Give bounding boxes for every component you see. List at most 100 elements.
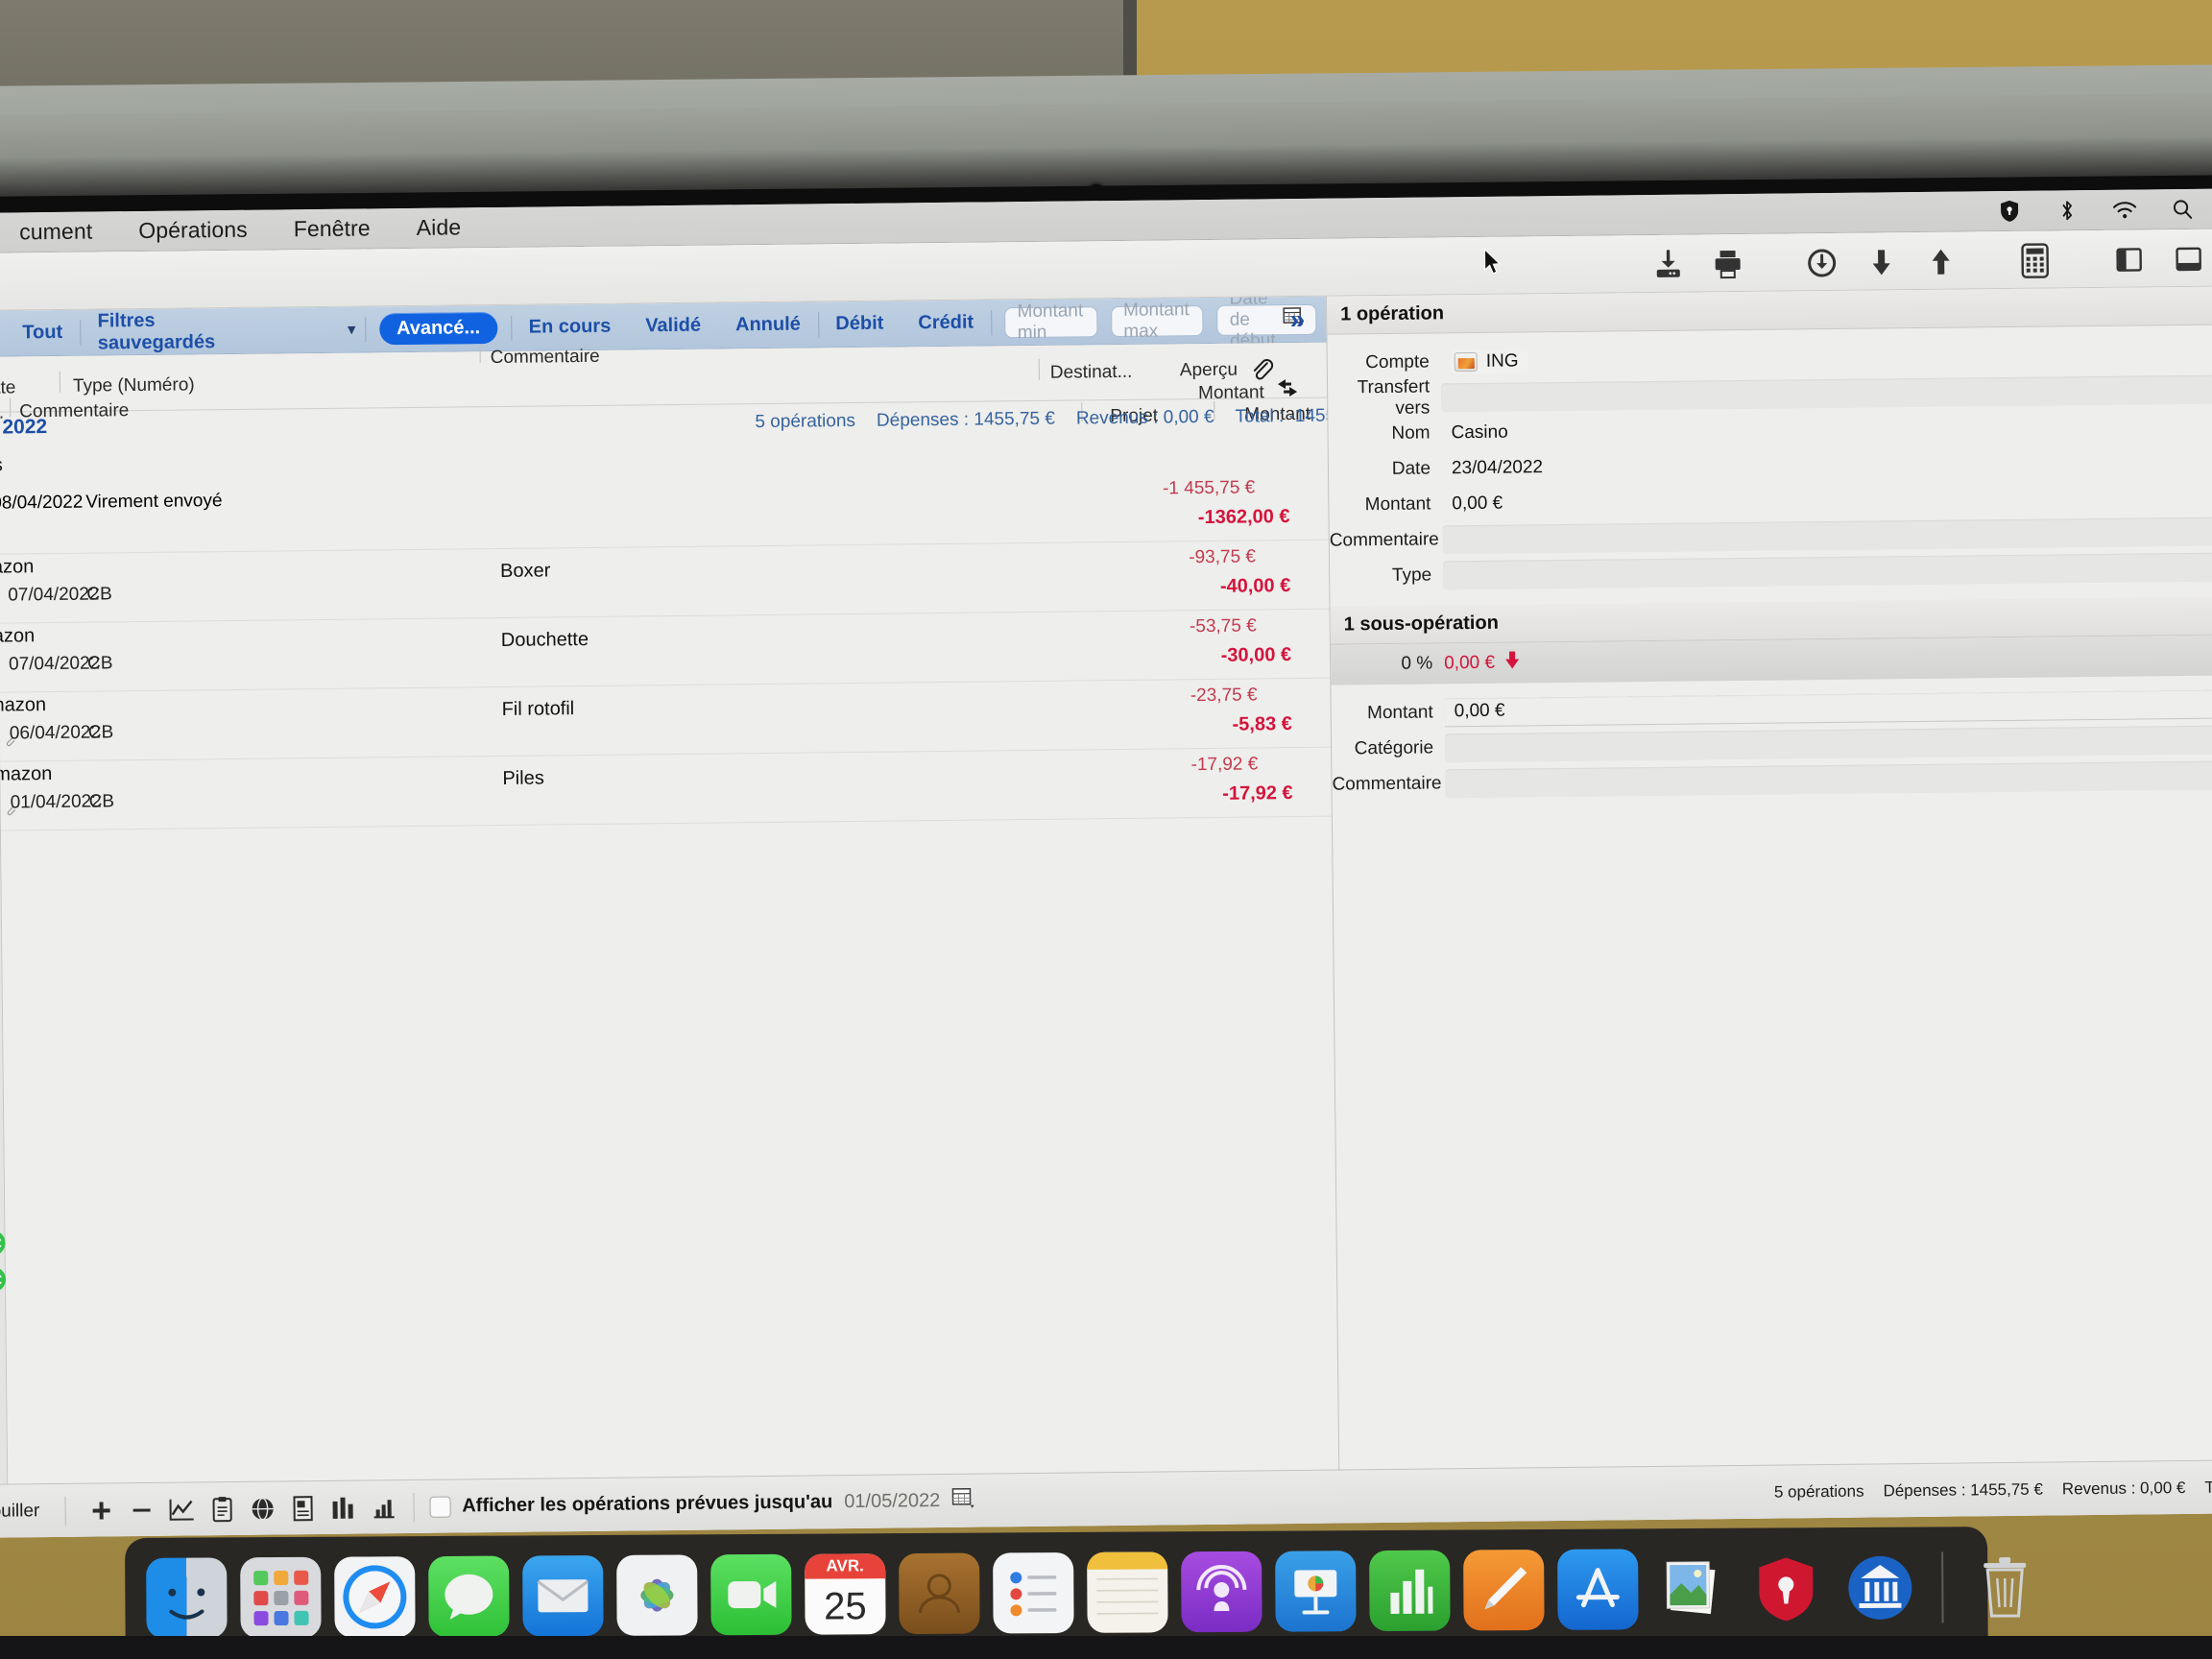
field-value[interactable]: ING xyxy=(1440,338,2212,376)
panel-left-icon[interactable] xyxy=(2099,233,2159,286)
print-icon[interactable] xyxy=(1697,238,1758,291)
trash-icon[interactable] xyxy=(1964,1547,2046,1628)
onepassword-icon[interactable] xyxy=(1745,1548,1827,1629)
show-scheduled-date[interactable]: 01/05/2022 xyxy=(844,1490,940,1513)
arrow-up-icon[interactable] xyxy=(1911,235,1971,288)
row-merchant: azon xyxy=(0,556,35,578)
operations-list-pane: Tout Filtres sauvegardés ▾ Avancé... En … xyxy=(0,296,1339,1484)
safari-icon[interactable] xyxy=(334,1556,416,1638)
messages-icon[interactable] xyxy=(428,1555,510,1638)
show-scheduled-checkbox[interactable] xyxy=(429,1496,451,1518)
row-merchant: nazon xyxy=(0,694,47,716)
advanced-filter-button[interactable]: Avancé... xyxy=(378,311,498,346)
spotlight-search-icon[interactable] xyxy=(2170,197,2195,222)
field-value[interactable]: Casino xyxy=(1441,409,2212,447)
status-total: Total : -145 xyxy=(2204,1477,2212,1497)
field-label: Transfert vers xyxy=(1357,375,1431,419)
bottom-tool-group xyxy=(75,1487,403,1531)
skrooge-icon[interactable] xyxy=(1839,1548,1921,1629)
header-divider-4 xyxy=(1038,358,1040,380)
row-merchant: mazon xyxy=(0,763,53,785)
field-value[interactable]: 23/04/2022 xyxy=(1441,445,2212,483)
line-chart-icon[interactable] xyxy=(161,1489,202,1529)
saved-filters-label[interactable]: Filtres sauvegardés xyxy=(80,308,232,354)
filter-state-en-cours[interactable]: En cours xyxy=(512,315,629,338)
notes-icon[interactable] xyxy=(1087,1551,1168,1633)
field-value[interactable] xyxy=(1442,516,2212,554)
filter-divider-5 xyxy=(991,309,992,335)
row-paytype: CB xyxy=(86,584,112,605)
preview-icon[interactable] xyxy=(1651,1549,1733,1630)
clipboard-icon[interactable] xyxy=(202,1488,242,1528)
field-label: Type xyxy=(1391,564,1432,586)
shield-icon[interactable] xyxy=(1997,199,2022,224)
panel-bottom-icon[interactable] xyxy=(2158,233,2212,286)
keynote-icon[interactable] xyxy=(1275,1551,1357,1632)
download-circle-icon[interactable] xyxy=(1791,237,1852,290)
table-row[interactable]: mazon 01/04/2022 CB Piles -17,92 € -17,9… xyxy=(0,747,1332,831)
photos-icon[interactable] xyxy=(616,1554,698,1636)
field-value[interactable] xyxy=(1441,373,2212,412)
mail-icon[interactable] xyxy=(522,1554,604,1637)
filter-state-valide[interactable]: Validé xyxy=(628,314,718,337)
reminders-icon[interactable] xyxy=(993,1551,1074,1634)
row-date: 01/04/2022 xyxy=(10,791,102,813)
filter-expand-button[interactable]: » xyxy=(1290,303,1306,334)
wifi-icon[interactable] xyxy=(2112,197,2137,222)
filter-state-annule[interactable]: Annulé xyxy=(718,313,818,336)
suboperation-amount: 0,00 € xyxy=(1444,652,1496,674)
filter-all-button[interactable]: Tout xyxy=(5,322,80,345)
globe-icon[interactable] xyxy=(242,1488,282,1528)
filter-type-debit[interactable]: Débit xyxy=(818,312,901,335)
podcasts-icon[interactable] xyxy=(1181,1551,1262,1633)
row-date: 06/04/2022 xyxy=(9,722,102,744)
filter-type-credit[interactable]: Crédit xyxy=(901,311,991,334)
add-icon[interactable] xyxy=(81,1490,121,1530)
numbers-icon[interactable] xyxy=(1369,1550,1451,1632)
header-destination[interactable]: Destinat... xyxy=(1050,362,1133,384)
field-label: Commentaire xyxy=(1329,528,1439,551)
field-value[interactable] xyxy=(1445,759,2212,798)
app-store-icon[interactable] xyxy=(1557,1549,1639,1630)
header-date[interactable]: ate xyxy=(0,377,16,398)
bluetooth-icon[interactable] xyxy=(2055,198,2080,223)
group-label: s xyxy=(0,454,3,476)
field-label: Montant xyxy=(1364,493,1431,515)
calculator-icon[interactable] xyxy=(2005,234,2065,287)
facetime-icon[interactable] xyxy=(710,1553,792,1636)
import-icon[interactable] xyxy=(1638,238,1698,291)
calendar-icon[interactable]: AVR. 25 xyxy=(805,1553,886,1635)
summary-total: Total : -1455,75 € xyxy=(1235,405,1339,427)
calendar-icon[interactable] xyxy=(951,1487,974,1514)
lock-label[interactable]: ouiller xyxy=(0,1501,55,1523)
field-value[interactable] xyxy=(1444,724,2212,762)
field-value[interactable]: 0,00 € xyxy=(1442,480,2212,518)
pages-icon[interactable] xyxy=(1463,1549,1545,1631)
show-scheduled-checkbox-group[interactable]: Afficher les opérations prévues jusqu'au… xyxy=(423,1487,974,1520)
summary-operations: 5 opérations xyxy=(755,410,856,433)
header-comment-top[interactable]: Commentaire xyxy=(491,347,600,369)
report-icon[interactable] xyxy=(282,1488,323,1528)
menu-item-window[interactable]: Fenêtre xyxy=(271,215,394,242)
menu-item-operations[interactable]: Opérations xyxy=(115,217,271,245)
bars-icon[interactable] xyxy=(323,1487,363,1527)
finder-icon[interactable] xyxy=(146,1557,228,1652)
amount-max-input[interactable]: Montant max xyxy=(1111,300,1204,341)
chevron-down-icon[interactable]: ▾ xyxy=(232,320,366,340)
amount-min-input[interactable]: Montant min xyxy=(1004,301,1098,343)
header-apercu[interactable]: Aperçu xyxy=(1180,360,1238,382)
header-type[interactable]: Type (Numéro) xyxy=(73,374,195,397)
arrow-down-icon[interactable] xyxy=(1851,236,1911,289)
suboperation-amount-group: 0,00 € xyxy=(1444,650,1521,676)
contacts-icon[interactable] xyxy=(899,1552,980,1635)
year-group-label[interactable]: 2022 xyxy=(2,416,47,440)
menu-item-document[interactable]: cument xyxy=(0,218,115,245)
launchpad-icon[interactable] xyxy=(240,1556,322,1639)
account-chip[interactable]: ING xyxy=(1450,348,1528,374)
bar-chart-icon[interactable] xyxy=(363,1487,403,1527)
remove-icon[interactable] xyxy=(121,1489,161,1529)
field-value[interactable]: 0,00 € xyxy=(1444,688,2212,727)
menu-item-help[interactable]: Aide xyxy=(394,214,485,241)
row-running-amount: -17,92 € xyxy=(1190,754,1259,776)
field-value[interactable] xyxy=(1443,551,2212,589)
